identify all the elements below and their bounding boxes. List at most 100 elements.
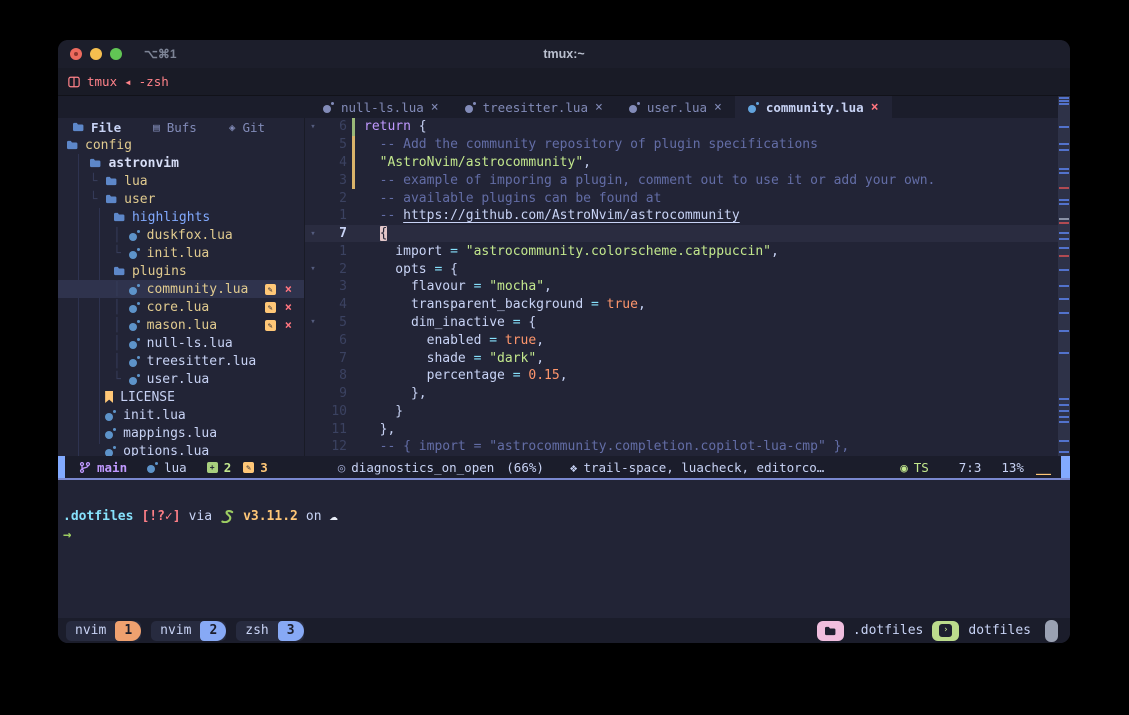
git-sign bbox=[350, 385, 360, 403]
lua-icon bbox=[629, 102, 640, 113]
lua-icon bbox=[105, 446, 116, 457]
close-icon[interactable]: × bbox=[871, 100, 879, 115]
scrollbar-mark bbox=[1059, 247, 1069, 249]
tree-guide bbox=[66, 156, 89, 171]
tree-item-label: user bbox=[124, 192, 155, 207]
code-text: enabled = true, bbox=[360, 333, 544, 348]
sidebar-tab-git[interactable]: ◈Git bbox=[229, 120, 265, 135]
buffer-tab-community.lua[interactable]: community.lua× bbox=[735, 96, 892, 118]
code-line-3[interactable]: 3 -- example of imporing a plugin, comme… bbox=[305, 171, 1070, 189]
code-text: return { bbox=[360, 119, 427, 134]
line-number: 5 bbox=[321, 315, 347, 330]
tree-item-mason.lua[interactable]: │ mason.lua✎× bbox=[58, 316, 304, 334]
tree-item-user[interactable]: └ user bbox=[58, 190, 304, 208]
folder-icon bbox=[113, 212, 125, 222]
code-editor[interactable]: ▾6return {5 -- Add the community reposit… bbox=[305, 118, 1070, 456]
scrollbar-mark bbox=[1059, 203, 1069, 205]
tree-guide: │ bbox=[66, 300, 129, 315]
buffer-tab-user.lua[interactable]: user.lua× bbox=[616, 96, 735, 118]
scrollbar-mark bbox=[1059, 330, 1069, 332]
formatters-icon: ❖ bbox=[570, 460, 578, 475]
fold-icon[interactable]: ▾ bbox=[305, 317, 321, 327]
tmux-window-name: nvim bbox=[66, 623, 115, 638]
code-line-7[interactable]: 7 shade = "dark", bbox=[305, 349, 1070, 367]
code-line-1[interactable]: 1 -- https://github.com/AstroNvim/astroc… bbox=[305, 207, 1070, 225]
tree-item-plugins[interactable]: plugins bbox=[58, 262, 304, 280]
zoom-button[interactable] bbox=[110, 48, 122, 60]
fold-icon[interactable]: ▾ bbox=[305, 122, 321, 132]
code-line-3[interactable]: 3 flavour = "mocha", bbox=[305, 278, 1070, 296]
tmux-window-nvim-1[interactable]: nvim1 bbox=[66, 621, 141, 641]
tree-item-init.lua[interactable]: init.lua bbox=[58, 406, 304, 424]
code-line-10[interactable]: 10 } bbox=[305, 403, 1070, 421]
terminal-tab-bar[interactable]: tmux ◂ -zsh bbox=[58, 68, 1070, 96]
tree-item-core.lua[interactable]: │ core.lua✎× bbox=[58, 298, 304, 316]
tree-item-astronvim[interactable]: astronvim bbox=[58, 154, 304, 172]
lua-icon bbox=[129, 356, 140, 367]
unstaged-icon: × bbox=[285, 300, 292, 314]
tree-item-treesitter.lua[interactable]: │ treesitter.lua bbox=[58, 352, 304, 370]
line-number: 4 bbox=[321, 155, 347, 170]
tmux-window-index: 3 bbox=[278, 621, 304, 641]
line-number: 3 bbox=[321, 279, 347, 294]
code-text: }, bbox=[360, 386, 427, 401]
code-line-12[interactable]: 12 -- { import = "astrocommunity.complet… bbox=[305, 438, 1070, 456]
close-icon[interactable]: × bbox=[714, 100, 722, 115]
code-line-7[interactable]: ▾7 { bbox=[305, 225, 1070, 243]
zsh-pane[interactable]: .dotfiles [!?✓] via v3.11.2 on ☁ → bbox=[58, 480, 1070, 618]
tmux-window-zsh-3[interactable]: zsh3 bbox=[236, 621, 303, 641]
tree-item-config[interactable]: config bbox=[58, 136, 304, 154]
git-sign bbox=[350, 296, 360, 314]
scrollbar-mark bbox=[1059, 238, 1069, 240]
code-line-4[interactable]: 4 "AstroNvim/astrocommunity", bbox=[305, 154, 1070, 172]
git-sign bbox=[350, 225, 360, 243]
buffer-tab-null-ls.lua[interactable]: null-ls.lua× bbox=[310, 96, 452, 118]
code-line-5[interactable]: 5 -- Add the community repository of plu… bbox=[305, 136, 1070, 154]
tree-item-mappings.lua[interactable]: mappings.lua bbox=[58, 424, 304, 442]
tree-item-user.lua[interactable]: └ user.lua bbox=[58, 370, 304, 388]
tree-item-LICENSE[interactable]: LICENSE bbox=[58, 388, 304, 406]
git-status-badges: ✎× bbox=[265, 282, 292, 296]
code-text: flavour = "mocha", bbox=[360, 279, 552, 294]
code-line-2[interactable]: ▾2 opts = { bbox=[305, 260, 1070, 278]
scrollbar-mark bbox=[1059, 172, 1069, 174]
close-icon[interactable]: × bbox=[595, 100, 603, 115]
lua-icon bbox=[105, 428, 116, 439]
tree-guide bbox=[66, 210, 113, 225]
tree-item-highlights[interactable]: highlights bbox=[58, 208, 304, 226]
fold-icon[interactable]: ▾ bbox=[305, 229, 321, 239]
tree-item-lua[interactable]: └ lua bbox=[58, 172, 304, 190]
editor-scrollbar[interactable] bbox=[1058, 96, 1070, 456]
code-line-5[interactable]: ▾5 dim_inactive = { bbox=[305, 314, 1070, 332]
tree-item-options.lua[interactable]: options.lua bbox=[58, 442, 304, 456]
tmux-session-name[interactable]: .dotfiles bbox=[853, 623, 923, 638]
tree-guide: │ bbox=[66, 318, 129, 333]
cursor-position: 7:3 bbox=[959, 460, 982, 475]
code-line-1[interactable]: 1 import = "astrocommunity.colorscheme.c… bbox=[305, 242, 1070, 260]
close-button[interactable] bbox=[70, 48, 82, 60]
code-line-11[interactable]: 11 }, bbox=[305, 420, 1070, 438]
tree-item-init.lua[interactable]: └ init.lua bbox=[58, 244, 304, 262]
code-line-6[interactable]: 6 enabled = true, bbox=[305, 331, 1070, 349]
scrollbar-mark bbox=[1059, 103, 1069, 105]
sidebar-tab-bufs[interactable]: ▤Bufs bbox=[153, 120, 197, 135]
code-line-8[interactable]: 8 percentage = 0.15, bbox=[305, 367, 1070, 385]
scrollbar-mark bbox=[1059, 97, 1069, 99]
scrollbar-mark bbox=[1059, 421, 1069, 423]
minimize-button[interactable] bbox=[90, 48, 102, 60]
tree-item-duskfox.lua[interactable]: │ duskfox.lua bbox=[58, 226, 304, 244]
scrollbar-mark bbox=[1059, 398, 1069, 400]
code-line-6[interactable]: ▾6return { bbox=[305, 118, 1070, 136]
code-line-2[interactable]: 2 -- available plugins can be found at bbox=[305, 189, 1070, 207]
sidebar-tab-file[interactable]: File bbox=[72, 120, 121, 135]
tmux-window-nvim-2[interactable]: nvim2 bbox=[151, 621, 226, 641]
fold-icon[interactable]: ▾ bbox=[305, 264, 321, 274]
tmux-pane-name[interactable]: dotfiles bbox=[968, 623, 1031, 638]
code-line-4[interactable]: 4 transparent_background = true, bbox=[305, 296, 1070, 314]
modified-icon: ✎ bbox=[265, 284, 276, 295]
buffer-tab-treesitter.lua[interactable]: treesitter.lua× bbox=[452, 96, 616, 118]
tree-item-community.lua[interactable]: │ community.lua✎× bbox=[58, 280, 304, 298]
code-line-9[interactable]: 9 }, bbox=[305, 385, 1070, 403]
tree-item-null-ls.lua[interactable]: │ null-ls.lua bbox=[58, 334, 304, 352]
close-icon[interactable]: × bbox=[431, 100, 439, 115]
